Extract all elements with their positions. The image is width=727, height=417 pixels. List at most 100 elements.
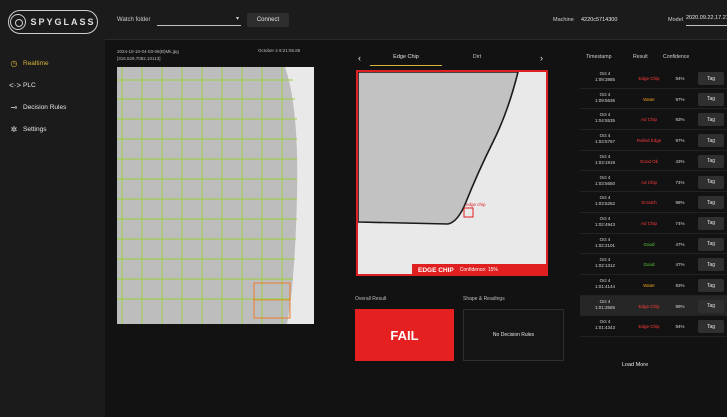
row-confidence: 74%: [675, 220, 685, 226]
row-timestamp: Oct 4 1:03:5262: [580, 195, 630, 207]
app-window: SPYGLASS ◷ Realtime <·> PLC ⊸ Decision R…: [0, 0, 727, 417]
tag-button[interactable]: Tag: [698, 320, 724, 334]
image-filename-line2: [316,529,7082,10113]: [117, 56, 161, 61]
table-row[interactable]: Oct 4 1:04:5535 Ad Chip 93% Tag: [580, 109, 727, 131]
row-time: 1:09:3885: [594, 77, 616, 82]
chevron-down-icon: ▾: [235, 16, 239, 22]
table-row[interactable]: Oct 4 1:01:3565 Edge Chip 99% Tag: [580, 295, 727, 317]
sidebar: SPYGLASS ◷ Realtime <·> PLC ⊸ Decision R…: [0, 0, 105, 417]
table-row[interactable]: Oct 4 1:02:2101 Good 47% Tag: [580, 234, 727, 255]
row-confidence: 94%: [675, 76, 685, 81]
table-row[interactable]: Oct 4 1:01:4343 Edge Chip 94% Tag: [580, 316, 727, 338]
row-timestamp: Oct 4 1:03:5650: [580, 175, 630, 187]
sidebar-item-plc[interactable]: <·> PLC: [0, 74, 105, 96]
image-filename: 2024-10-10-04-03-08(B)Mk.jpg [316,529,70…: [117, 48, 179, 62]
table-row[interactable]: Oct 4 1:01:4144 Water 93% Tag: [580, 275, 727, 296]
table-row[interactable]: Oct 4 1:03:5767 Rolled Edge 97% Tag: [580, 130, 727, 151]
row-confidence: 47%: [675, 241, 685, 247]
row-time: 1:02:1312: [594, 263, 616, 269]
tag-button[interactable]: Tag: [698, 154, 724, 168]
row-result: Ad Chip: [640, 117, 657, 123]
tag-button[interactable]: Tag: [698, 279, 724, 292]
row-timestamp: Oct 4 1:02:1312: [580, 257, 630, 269]
tag-button[interactable]: Tag: [698, 237, 724, 251]
row-result: Rolled Edge: [636, 138, 662, 144]
row-timestamp: Oct 4 1:04:5535: [580, 112, 630, 124]
tab-dirt[interactable]: Dirt: [452, 52, 502, 66]
logo-text: SPYGLASS: [30, 17, 96, 27]
inspection-image[interactable]: [117, 67, 314, 324]
row-confidence: 97%: [675, 96, 685, 102]
row-timestamp: Oct 4 1:02:4943: [580, 216, 630, 228]
tag-button[interactable]: Tag: [698, 258, 724, 272]
topbar: Watch folder ▾ Connect Machine 4220c5714…: [105, 0, 727, 40]
row-time: 1:01:4144: [594, 284, 616, 289]
watch-folder-select[interactable]: ▾: [157, 13, 241, 26]
row-confidence: 43%: [675, 158, 685, 164]
carousel-prev-button[interactable]: ‹: [358, 53, 361, 63]
row-timestamp: Oct 4 1:03:5767: [580, 133, 630, 145]
row-confidence: 94%: [675, 324, 685, 330]
gear-icon: ✲: [10, 124, 18, 134]
row-timestamp: Oct 4 1:09:5635: [580, 92, 630, 104]
tag-button[interactable]: Tag: [698, 134, 724, 148]
connect-button[interactable]: Connect: [247, 13, 289, 27]
tab-edge-chip[interactable]: Edge Chip: [370, 52, 442, 66]
table-row[interactable]: Oct 4 1:03:5262 Scratch 98% Tag: [580, 192, 727, 213]
row-confidence: 93%: [675, 117, 685, 123]
sidebar-nav: ◷ Realtime <·> PLC ⊸ Decision Rules ✲ Se…: [0, 52, 105, 140]
row-result: Ad Chip: [640, 179, 657, 185]
row-confidence: 74%: [675, 179, 685, 185]
model-select[interactable]: 2020.09.22.17.21.41 (a: [686, 15, 727, 26]
tag-button[interactable]: Tag: [698, 72, 724, 85]
row-confidence: 93%: [675, 283, 685, 288]
carousel-next-button[interactable]: ›: [540, 53, 543, 63]
row-time: 1:02:2101: [594, 242, 616, 248]
table-row[interactable]: Oct 4 1:03:1919 Good Ok 43% Tag: [580, 151, 727, 172]
sidebar-item-decision-rules[interactable]: ⊸ Decision Rules: [0, 96, 105, 118]
header-timestamp[interactable]: Timestamp: [586, 54, 611, 60]
tag-button[interactable]: Tag: [698, 92, 724, 106]
tag-button[interactable]: Tag: [698, 216, 724, 230]
decision-rules-box: No Decision Rules: [463, 309, 564, 361]
row-time: 1:01:3565: [594, 304, 616, 310]
row-timestamp: Oct 4 1:01:3565: [580, 299, 630, 311]
sidebar-item-settings[interactable]: ✲ Settings: [0, 118, 105, 140]
table-row[interactable]: Oct 4 1:02:4943 Ad Chip 74% Tag: [580, 213, 727, 234]
model-label: Model: [668, 17, 683, 23]
header-confidence[interactable]: Confidence: [663, 54, 689, 60]
sidebar-item-label: Settings: [23, 125, 47, 133]
row-result: Edge Chip: [638, 303, 660, 309]
sidebar-item-label: Realtime: [23, 59, 49, 67]
row-time: 1:03:5262: [594, 201, 616, 207]
table-row[interactable]: Oct 4 1:09:5635 Water 97% Tag: [580, 89, 727, 110]
logo-mark-icon: [10, 14, 27, 30]
tag-button[interactable]: Tag: [698, 175, 724, 189]
results-table: Timestamp Result Confidence Oct 4 1:09:38…: [580, 52, 727, 407]
tag-button[interactable]: Tag: [698, 196, 724, 210]
table-row[interactable]: Oct 4 1:02:1312 Good 47% Tag: [580, 254, 727, 275]
row-time: 1:04:5535: [594, 118, 616, 124]
machine-label: Machine: [553, 17, 574, 23]
row-time: 1:03:1919: [594, 159, 616, 165]
overall-result-label: Overall Result: [355, 296, 387, 302]
decision-rules-icon: ⊸: [10, 102, 18, 112]
shape-readings-label: Shape & Readings: [463, 296, 505, 302]
row-result: Edge Chip: [638, 324, 660, 330]
defect-marker-label: edge chip: [466, 202, 486, 207]
header-result[interactable]: Result: [633, 54, 648, 60]
defect-crop-image[interactable]: edge chip: [356, 70, 548, 276]
image-timestamp: October 4 9:21:55.85: [258, 48, 301, 53]
table-row[interactable]: Oct 4 1:03:5650 Ad Chip 74% Tag: [580, 172, 727, 193]
sidebar-item-realtime[interactable]: ◷ Realtime: [0, 52, 105, 74]
row-result: Good: [643, 241, 655, 247]
sidebar-item-label: PLC: [23, 81, 36, 89]
load-more-button[interactable]: Load More: [580, 362, 690, 368]
tag-button[interactable]: Tag: [698, 299, 724, 313]
table-row[interactable]: Oct 4 1:09:3885 Edge Chip 94% Tag: [580, 68, 727, 89]
machine-value: 4220c5714300: [581, 17, 618, 23]
row-time: 1:03:5767: [594, 139, 616, 145]
tag-button[interactable]: Tag: [698, 113, 724, 127]
row-result: Edge Chip: [638, 76, 660, 81]
row-confidence: 97%: [675, 138, 685, 144]
